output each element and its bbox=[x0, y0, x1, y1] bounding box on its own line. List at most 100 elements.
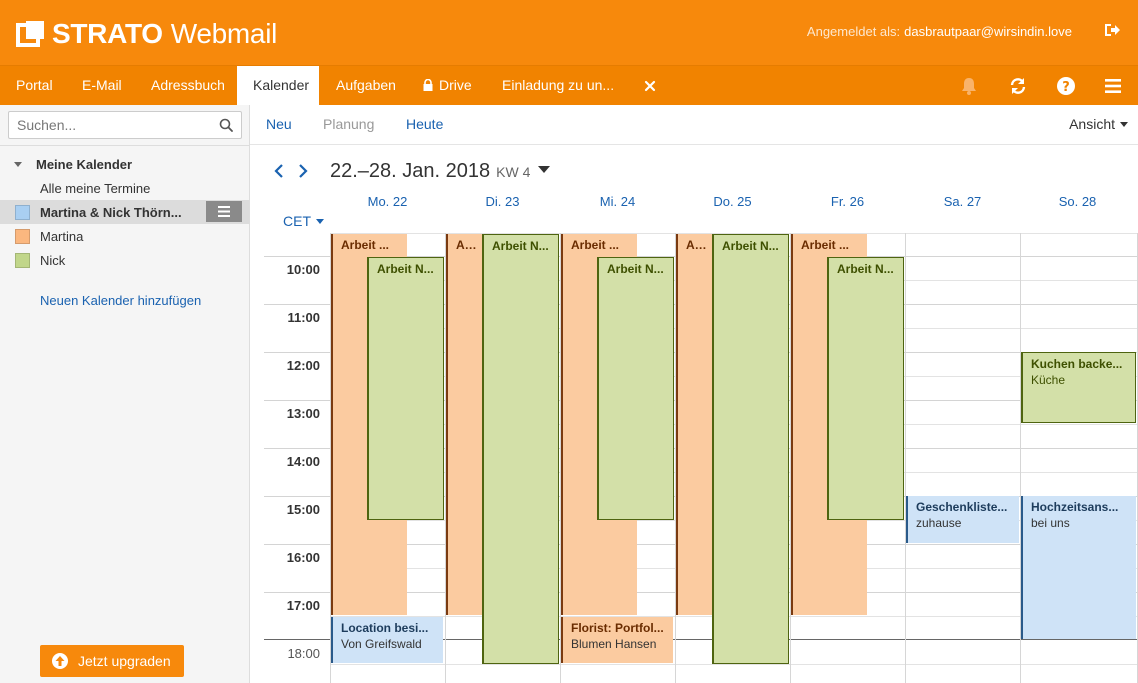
nav-drive-label: Drive bbox=[439, 77, 472, 93]
svg-text:?: ? bbox=[1062, 80, 1070, 95]
time-label: 15:00 bbox=[286, 502, 320, 517]
time-label: 17:00 bbox=[286, 598, 320, 613]
nav-email[interactable]: E-Mail bbox=[66, 66, 138, 105]
prev-week-icon[interactable] bbox=[272, 163, 286, 179]
nav-portal[interactable]: Portal bbox=[0, 66, 69, 105]
event-so-hochzeit[interactable]: Hochzeitsans... bei uns bbox=[1021, 496, 1136, 639]
time-label: 11:00 bbox=[287, 310, 320, 325]
event-title: Arbeit ... bbox=[571, 238, 620, 252]
refresh-icon[interactable] bbox=[1007, 75, 1029, 97]
nav-drive[interactable]: Drive bbox=[407, 66, 488, 105]
search-box bbox=[8, 111, 242, 139]
event-mo-location[interactable]: Location besi... Von Greifswald bbox=[331, 617, 443, 663]
event-location: zuhause bbox=[916, 516, 962, 530]
view-label: Ansicht bbox=[1069, 116, 1115, 132]
menu-icon[interactable] bbox=[1102, 75, 1124, 97]
nav-kalender[interactable]: Kalender bbox=[237, 66, 319, 106]
view-dropdown[interactable]: Ansicht bbox=[1069, 116, 1128, 132]
all-appointments[interactable]: Alle meine Termine bbox=[40, 181, 150, 196]
event-title: Arbeit N... bbox=[607, 262, 664, 276]
calendar-item-martina-nick[interactable]: Martina & Nick Thörn... bbox=[0, 200, 249, 224]
event-mo-arbeit-nick[interactable]: Arbeit N... bbox=[367, 257, 444, 520]
my-calendars-title: Meine Kalender bbox=[36, 157, 133, 172]
nav-adressbuch[interactable]: Adressbuch bbox=[135, 66, 241, 105]
event-title: Geschenkliste... bbox=[916, 500, 1008, 514]
lock-icon bbox=[423, 78, 433, 91]
day-header-mo[interactable]: Mo. 22 bbox=[330, 194, 445, 209]
event-sa-geschenkliste[interactable]: Geschenkliste... zuhause bbox=[906, 496, 1019, 543]
event-title: Arbeit N... bbox=[722, 239, 779, 253]
help-icon[interactable]: ? bbox=[1055, 75, 1077, 97]
event-location: Von Greifswald bbox=[341, 637, 422, 651]
collapse-triangle-icon bbox=[14, 162, 22, 167]
week-grid[interactable]: 10:00 11:00 12:00 13:00 14:00 15:00 16:0… bbox=[250, 233, 1138, 683]
logout-icon[interactable] bbox=[1102, 20, 1122, 40]
hamburger-icon bbox=[218, 206, 230, 217]
calendar-name: Martina bbox=[40, 229, 84, 244]
main-nav: Portal E-Mail Adressbuch Kalender Aufgab… bbox=[0, 65, 1138, 106]
login-user: dasbrautpaar@wirsindin.love bbox=[904, 24, 1072, 39]
my-calendars-header[interactable]: Meine Kalender bbox=[14, 157, 132, 172]
day-header-mi[interactable]: Mi. 24 bbox=[560, 194, 675, 209]
add-calendar-link[interactable]: Neuen Kalender hinzufügen bbox=[40, 293, 201, 308]
time-label: 10:00 bbox=[286, 262, 320, 277]
search-input[interactable] bbox=[9, 112, 209, 138]
event-location: bei uns bbox=[1031, 516, 1070, 530]
top-bar: STRATO Webmail Angemeldet als: dasbrautpaa… bbox=[0, 0, 1138, 65]
week-title: 22.–28. Jan. 2018 bbox=[330, 160, 491, 182]
timezone-selector[interactable]: CET bbox=[283, 213, 324, 229]
planning-button[interactable]: Planung bbox=[323, 116, 374, 132]
event-title: Arbeit N... bbox=[377, 262, 434, 276]
day-header-fr[interactable]: Fr. 26 bbox=[790, 194, 905, 209]
sidebar-divider bbox=[0, 145, 249, 146]
grid-line bbox=[330, 664, 1138, 665]
day-header-do[interactable]: Do. 25 bbox=[675, 194, 790, 209]
search-icon[interactable] bbox=[219, 118, 233, 132]
calendar-color-swatch[interactable] bbox=[15, 229, 30, 244]
sidebar: Meine Kalender Alle meine Termine Martin… bbox=[0, 105, 250, 683]
event-title: Florist: Portfol... bbox=[571, 621, 664, 635]
event-title: Arbei bbox=[456, 238, 476, 252]
calendar-color-swatch[interactable] bbox=[15, 253, 30, 268]
time-label: 16:00 bbox=[286, 550, 320, 565]
day-header-sa[interactable]: Sa. 27 bbox=[905, 194, 1020, 209]
day-header-di[interactable]: Di. 23 bbox=[445, 194, 560, 209]
nav-einladung[interactable]: Einladung zu un... bbox=[486, 66, 630, 105]
event-title: Arbeit ... bbox=[341, 238, 390, 252]
calendar-item-martina[interactable]: Martina bbox=[0, 224, 249, 248]
upgrade-label: Jetzt upgraden bbox=[78, 653, 171, 669]
bell-icon[interactable] bbox=[958, 75, 980, 97]
event-di-arbeit-martina[interactable]: Arbei bbox=[446, 234, 484, 615]
caret-down-icon bbox=[316, 219, 324, 224]
calendar-color-swatch[interactable] bbox=[15, 205, 30, 220]
day-header-so[interactable]: So. 28 bbox=[1020, 194, 1135, 209]
event-location: Küche bbox=[1031, 373, 1066, 387]
event-title: Hochzeitsans... bbox=[1031, 500, 1119, 514]
week-picker[interactable]: 22.–28. Jan. 2018 KW 4 bbox=[330, 160, 551, 183]
new-button[interactable]: Neu bbox=[266, 116, 292, 132]
upgrade-arrow-icon bbox=[51, 652, 69, 670]
event-do-arbeit-martina[interactable]: Arbe bbox=[676, 234, 714, 615]
strato-logo[interactable]: STRATO Webmail bbox=[16, 18, 277, 50]
event-fr-arbeit-nick[interactable]: Arbeit N... bbox=[827, 257, 904, 520]
event-do-arbeit-nick[interactable]: Arbeit N... bbox=[712, 234, 789, 664]
nav-aufgaben[interactable]: Aufgaben bbox=[320, 66, 412, 105]
event-so-kuchen[interactable]: Kuchen backe... Küche bbox=[1021, 352, 1136, 423]
event-di-arbeit-nick[interactable]: Arbeit N... bbox=[482, 234, 559, 664]
day-divider bbox=[905, 233, 906, 683]
event-title: Arbeit ... bbox=[801, 238, 850, 252]
calendar-name: Martina & Nick Thörn... bbox=[40, 205, 182, 220]
time-label: 14:00 bbox=[286, 454, 320, 469]
event-mi-florist[interactable]: Florist: Portfol... Blumen Hansen bbox=[561, 617, 673, 663]
close-icon[interactable] bbox=[640, 76, 660, 96]
today-button[interactable]: Heute bbox=[406, 116, 443, 132]
event-mi-arbeit-nick[interactable]: Arbeit N... bbox=[597, 257, 674, 520]
caret-down-icon bbox=[1120, 122, 1128, 127]
calendar-item-nick[interactable]: Nick bbox=[0, 248, 249, 272]
event-location: Blumen Hansen bbox=[571, 637, 657, 651]
calendar-options-button[interactable] bbox=[206, 201, 242, 222]
brand-name: STRATO bbox=[52, 18, 163, 49]
next-week-icon[interactable] bbox=[296, 163, 310, 179]
week-number: KW 4 bbox=[496, 164, 531, 180]
upgrade-button[interactable]: Jetzt upgraden bbox=[40, 645, 184, 677]
